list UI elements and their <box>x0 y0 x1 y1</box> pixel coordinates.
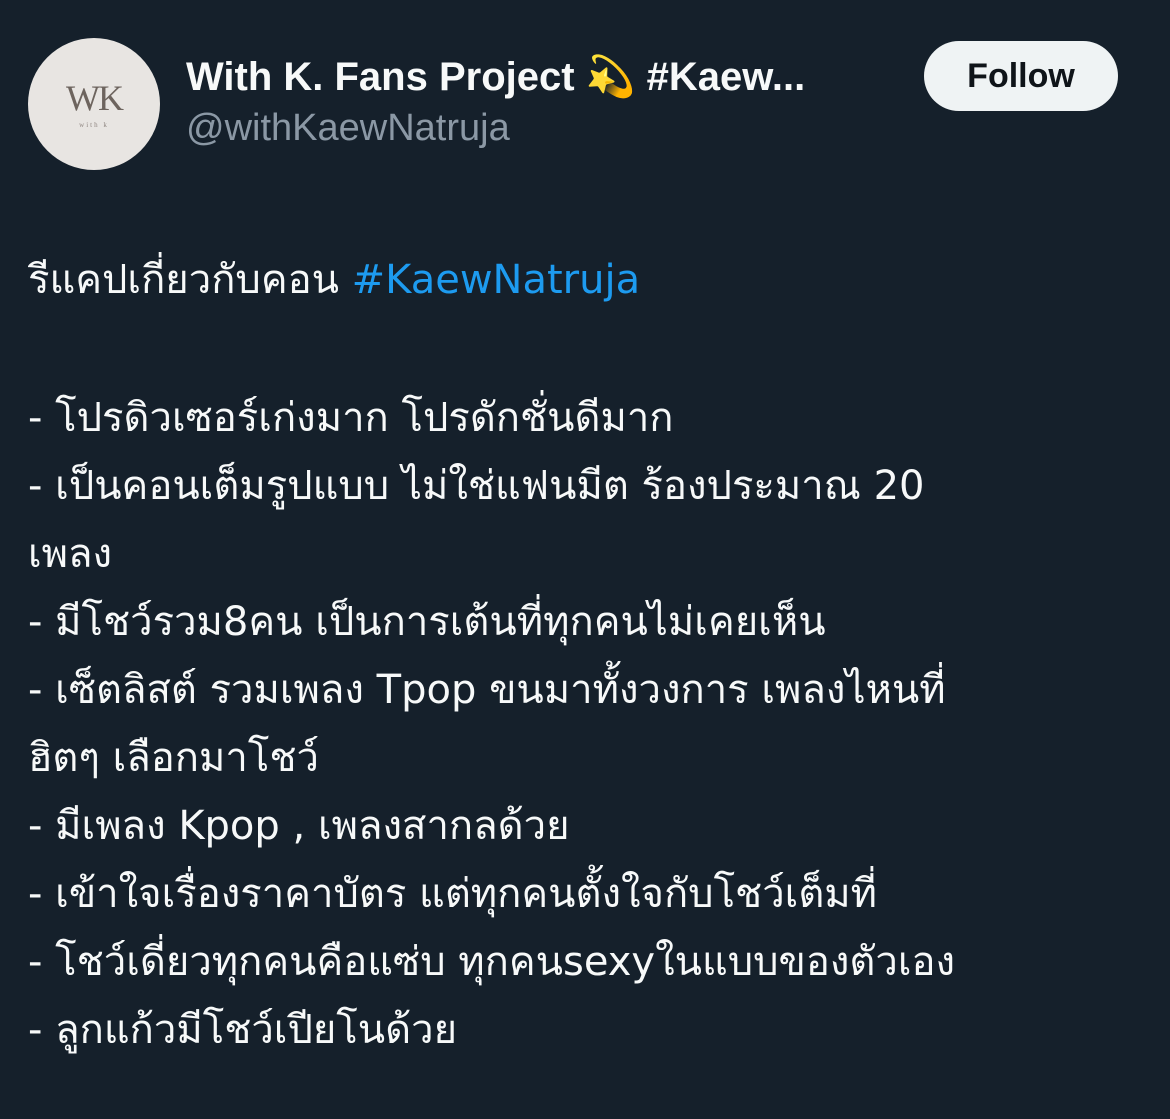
user-handle[interactable]: @withKaewNatruja <box>186 106 886 150</box>
tweet-line: - เป็นคอนเต็มรูปแบบ ไม่ใช่แฟนมีต ร้องประ… <box>28 463 925 509</box>
tweet-line: - โปรดิวเซอร์เก่งมาก โปรดักชั่นดีมาก <box>28 395 674 441</box>
author-names: With K. Fans Project 💫 #Kaew... @withKae… <box>186 54 886 150</box>
avatar-logo: WK <box>66 77 124 118</box>
avatar[interactable]: WK with k <box>28 38 160 170</box>
hashtag-link[interactable]: #KaewNatruja <box>352 257 640 303</box>
tweet-header: WK with k With K. Fans Project 💫 #Kaew..… <box>28 38 1142 170</box>
tweet-intro-text: รีแคปเกี่ยวกับคอน <box>28 257 339 303</box>
display-name[interactable]: With K. Fans Project 💫 #Kaew... <box>186 54 886 100</box>
follow-button[interactable]: Follow <box>924 41 1118 111</box>
avatar-subtext: with k <box>79 120 109 129</box>
tweet-line: - เข้าใจเรื่องราคาบัตร แต่ทุกคนตั้งใจกับ… <box>28 871 878 917</box>
tweet-line: - มีโชว์รวม8คน เป็นการเต้นที่ทุกคนไม่เคย… <box>28 599 826 645</box>
tweet-line: เพลง <box>28 531 113 577</box>
tweet-line: - ลูกแก้วมีโชว์เปียโนด้วย <box>28 1007 458 1053</box>
tweet-line: - เซ็ตลิสต์ รวมเพลง Tpop ขนมาทั้งวงการ เ… <box>28 667 946 713</box>
tweet-line: - มีเพลง Kpop , เพลงสากลด้วย <box>28 803 570 849</box>
tweet-line: - โชว์เดี่ยวทุกคนคือแซ่บ ทุกคนsexyในแบบข… <box>28 939 956 985</box>
tweet-intro-line: รีแคปเกี่ยวกับคอน #KaewNatruja <box>28 246 1148 314</box>
tweet-text: รีแคปเกี่ยวกับคอน #KaewNatruja - โปรดิวเ… <box>28 246 1148 1064</box>
tweet-line: ฮิตๆ เลือกมาโชว์ <box>28 735 319 781</box>
